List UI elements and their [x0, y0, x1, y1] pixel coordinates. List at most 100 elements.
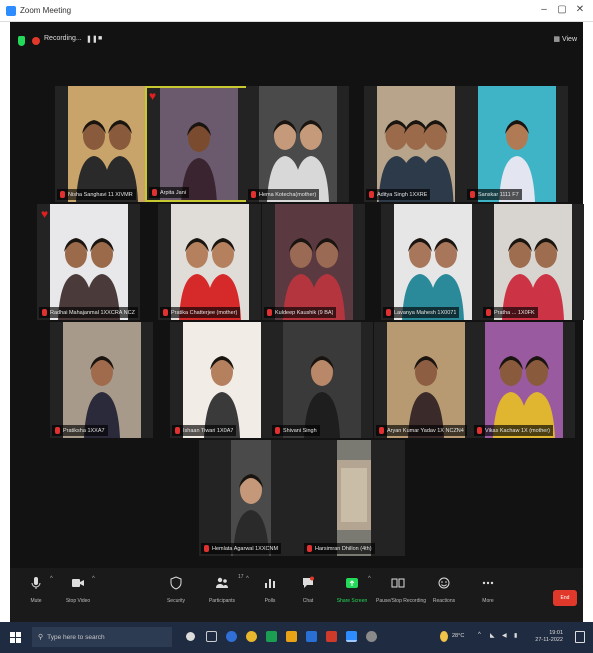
share-screen-icon — [346, 578, 358, 588]
meeting-gallery: Recording... ❚❚ ■ ▦ View Nisha Sanghavi … — [10, 22, 584, 622]
muted-microphone-icon — [386, 309, 391, 316]
participant-name-bar: Harsimran Dhillon (4th) — [304, 543, 375, 554]
participant-tile[interactable]: Shivani Singh — [270, 322, 373, 438]
green-app-icon[interactable] — [266, 631, 277, 642]
pause-stop-recording-button[interactable]: Pause/Stop Recording — [376, 576, 426, 616]
stop-recording-button[interactable]: ■ — [98, 35, 102, 42]
participant-name: Aditya Singh 1XXRE — [377, 191, 428, 198]
view-button[interactable]: ▦ View — [553, 35, 577, 43]
end-meeting-button[interactable]: End — [553, 590, 577, 606]
taskbar-time: 19:01 — [549, 630, 563, 636]
minimize-button[interactable]: – — [537, 4, 551, 16]
participant-tile[interactable]: Arpita Jani — [145, 86, 248, 202]
file-explorer-icon[interactable] — [286, 631, 297, 642]
windows-start-icon[interactable] — [10, 632, 21, 643]
participant-name-bar: Vikas Kachaw 1X (mother) — [474, 425, 554, 436]
audio-options-caret[interactable]: ^ — [50, 576, 53, 582]
participant-name: Shivani Singh — [283, 427, 317, 434]
participant-name-bar: Aditya Singh 1XXRE — [366, 189, 431, 200]
participant-name: Sanskar 1111 F7 — [478, 191, 519, 198]
taskbar-date: 27-11-2022 — [535, 637, 563, 643]
network-icon[interactable]: ◣ — [490, 632, 495, 639]
window-titlebar: Zoom Meeting – ▢ ✕ — [0, 0, 593, 22]
participant-name: Pratha ... 1X0FK — [494, 309, 535, 316]
participants-button[interactable]: Participants — [200, 576, 244, 616]
recording-label: Recording... — [44, 35, 82, 42]
word-icon[interactable] — [306, 631, 317, 642]
muted-microphone-icon — [251, 191, 256, 198]
maximize-button[interactable]: ▢ — [555, 4, 569, 16]
participant-tile[interactable]: Pratiksha 1XXA7 — [50, 322, 153, 438]
participant-name-bar: Pratiksha 1XXA7 — [52, 425, 108, 436]
reactions-button[interactable]: Reactions — [422, 576, 466, 616]
participant-name-bar: Aryan Kumar Yadav 1X NCZN4 — [376, 425, 467, 436]
participant-name: Lavanya Mahesh 1X0071 — [394, 309, 457, 316]
weather-icon[interactable] — [440, 631, 448, 642]
share-options-caret[interactable]: ^ — [368, 576, 371, 582]
taskbar-search-placeholder: Type here to search — [47, 633, 105, 641]
security-button[interactable]: Security — [154, 576, 198, 616]
edge-browser-icon[interactable] — [226, 631, 237, 642]
camera-icon — [72, 579, 84, 587]
red-app-icon[interactable] — [326, 631, 337, 642]
participant-tile[interactable]: Lavanya Mahesh 1X0071 — [381, 204, 484, 320]
participant-tile[interactable]: Hemlata Agarwal 1XXCNM — [199, 440, 302, 556]
participant-tile[interactable]: Ishaan Tiwari 1X0A7 — [170, 322, 273, 438]
muted-microphone-icon — [486, 309, 491, 316]
participant-tile[interactable]: Nisha Sanghavi 11 XIVMR — [55, 86, 158, 202]
notifications-icon[interactable] — [575, 631, 585, 643]
share-screen-button[interactable]: Share Screen — [330, 576, 374, 616]
taskbar-search-box[interactable]: ⚲ Type here to search — [32, 627, 172, 647]
participant-name-bar: Nisha Sanghavi 11 XIVMR — [57, 189, 136, 200]
participant-tile[interactable]: Harsimran Dhillon (4th) — [302, 440, 405, 556]
chrome-browser-icon[interactable] — [246, 631, 257, 642]
heart-reaction-icon: ♥ — [41, 207, 49, 221]
task-view-icon[interactable] — [206, 631, 217, 642]
participant-tile[interactable]: Sanskar 1111 F7 — [465, 86, 568, 202]
participant-name: Arpita Jani — [160, 189, 186, 196]
participant-tile[interactable]: Aditya Singh 1XXRE — [364, 86, 467, 202]
more-button[interactable]: More — [466, 576, 510, 616]
battery-icon[interactable]: ▮ — [514, 632, 517, 639]
close-button[interactable]: ✕ — [573, 4, 587, 16]
muted-microphone-icon — [379, 427, 384, 434]
pause-recording-button[interactable]: ❚❚ — [86, 35, 98, 43]
encryption-shield-icon[interactable] — [18, 36, 25, 46]
participant-video — [159, 88, 238, 200]
participant-video — [182, 322, 261, 438]
participant-tile[interactable]: Hema Kotecha(mother) — [246, 86, 349, 202]
participant-tile[interactable]: Aryan Kumar Yadav 1X NCZN4 — [374, 322, 477, 438]
cortana-icon[interactable] — [186, 632, 195, 641]
meeting-top-strip: Recording... ❚❚ ■ ▦ View — [10, 22, 583, 58]
participant-name: Vikas Kachaw 1X (mother) — [485, 427, 551, 434]
mute-button[interactable]: Mute — [14, 576, 58, 616]
volume-icon[interactable]: ◀ — [502, 632, 507, 639]
chat-button[interactable]: Chat — [286, 576, 330, 616]
participant-tile[interactable]: Pratha ... 1X0FK — [481, 204, 584, 320]
taskbar-clock[interactable]: 19:01 27-11-2022 — [535, 630, 563, 644]
participant-tile[interactable]: Pratika Chatterjee (mother) — [158, 204, 261, 320]
heart-reaction-icon: ♥ — [149, 89, 157, 103]
zoom-taskbar-icon[interactable] — [346, 631, 357, 642]
muted-microphone-icon — [60, 191, 65, 198]
muted-microphone-icon — [204, 545, 209, 552]
participant-name-bar: Pratha ... 1X0FK — [483, 307, 538, 318]
participant-video — [477, 86, 556, 202]
participant-video — [170, 204, 249, 320]
participant-tile[interactable]: Kuldeep Kaushik (9 BA) — [262, 204, 365, 320]
muted-microphone-icon — [275, 427, 280, 434]
participants-icon — [216, 577, 228, 588]
record-icon — [391, 578, 405, 588]
participant-tile[interactable]: Radhai Mahajanmal 1XXCRA NCZ — [37, 204, 140, 320]
video-options-caret[interactable]: ^ — [92, 576, 95, 582]
muted-microphone-icon — [42, 309, 47, 316]
participant-video — [282, 322, 361, 438]
stop-video-button[interactable]: Stop Video — [56, 576, 100, 616]
participant-tile[interactable]: Vikas Kachaw 1X (mother) — [472, 322, 575, 438]
pinned-app-icon[interactable] — [366, 631, 377, 642]
tray-chevron-icon[interactable]: ^ — [478, 632, 481, 638]
participant-video — [230, 440, 271, 556]
participant-name: Hemlata Agarwal 1XXCNM — [212, 545, 279, 552]
participant-video — [376, 86, 455, 202]
participant-name-bar: Sanskar 1111 F7 — [467, 189, 522, 200]
